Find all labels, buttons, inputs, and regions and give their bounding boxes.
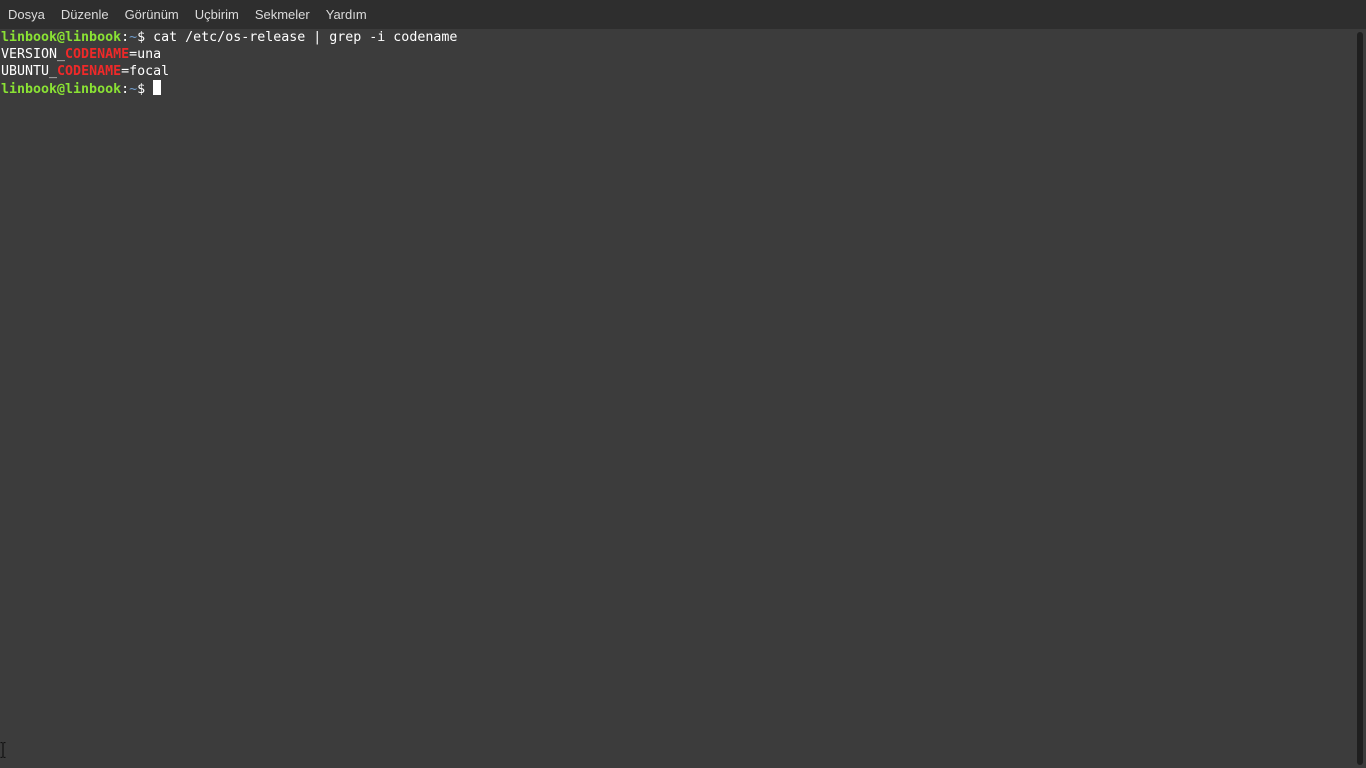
- prompt-user: linbook@linbook: [1, 82, 122, 97]
- menu-terminal[interactable]: Uçbirim: [195, 0, 239, 29]
- prompt-symbol: $: [137, 82, 154, 97]
- menu-view[interactable]: Görünüm: [125, 0, 179, 29]
- prompt-symbol: $: [137, 30, 154, 45]
- text-cursor: [153, 80, 162, 95]
- terminal-output-line: UBUNTU_CODENAME=focal: [1, 63, 1354, 80]
- output-prefix: UBUNTU_: [1, 64, 58, 79]
- terminal-line-command: linbook@linbook:~$ cat /etc/os-release |…: [1, 29, 1354, 46]
- menu-bar: Dosya Düzenle Görünüm Uçbirim Sekmeler Y…: [0, 0, 1366, 29]
- vertical-scrollbar[interactable]: [1354, 29, 1366, 768]
- menu-edit[interactable]: Düzenle: [61, 0, 109, 29]
- output-suffix: =focal: [121, 64, 170, 79]
- menu-tabs[interactable]: Sekmeler: [255, 0, 310, 29]
- output-suffix: =una: [129, 47, 162, 62]
- menu-help[interactable]: Yardım: [326, 0, 367, 29]
- prompt-user: linbook@linbook: [1, 30, 122, 45]
- output-prefix: VERSION_: [1, 47, 66, 62]
- prompt-path: ~: [129, 30, 138, 45]
- i-beam-cursor-icon: [0, 742, 6, 758]
- prompt-path: ~: [129, 82, 138, 97]
- terminal-area[interactable]: linbook@linbook:~$ cat /etc/os-release |…: [0, 29, 1354, 768]
- scrollbar-thumb[interactable]: [1357, 32, 1363, 765]
- command-text: cat /etc/os-release | grep -i codename: [153, 30, 458, 45]
- menu-file[interactable]: Dosya: [8, 0, 45, 29]
- terminal-output-line: VERSION_CODENAME=una: [1, 46, 1354, 63]
- terminal-line-prompt: linbook@linbook:~$: [1, 80, 1354, 97]
- prompt-separator: :: [121, 30, 130, 45]
- prompt-separator: :: [121, 82, 130, 97]
- grep-match: CODENAME: [65, 47, 130, 62]
- grep-match: CODENAME: [57, 64, 122, 79]
